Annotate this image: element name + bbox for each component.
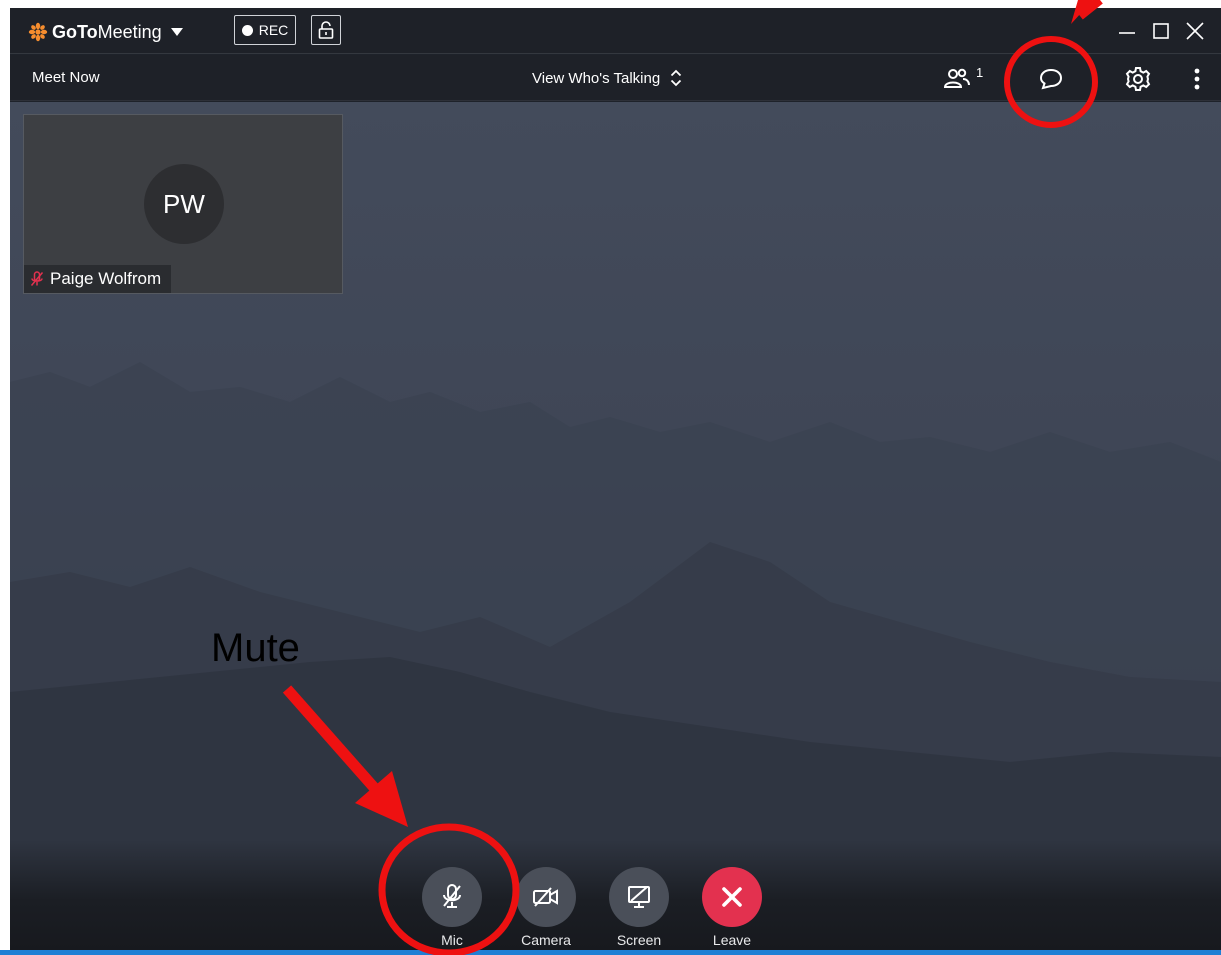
chat-bubble-icon [1039,68,1063,90]
lock-meeting-button[interactable] [311,15,341,45]
camera-off-icon [533,887,558,907]
brand-name: Meeting [97,21,162,42]
brand-name-bold: GoTo [52,21,98,42]
goto-meeting-window: GoTo Meeting REC Meet Now View Who's Tal… [10,8,1221,950]
gear-icon [1125,67,1151,91]
view-mode-selector[interactable]: View Who's Talking [532,67,682,89]
mic-label: Mic [441,932,463,948]
participant-tile[interactable]: PW Paige Wolfrom [23,114,343,294]
camera-button[interactable]: Camera [509,867,583,948]
mic-muted-icon [443,884,461,908]
participant-name-tag: Paige Wolfrom [24,265,172,293]
screen-share-button[interactable]: Screen [602,867,676,948]
record-label: REC [258,22,289,38]
mute-annotation-label: Mute [211,626,300,670]
maximize-button[interactable] [1148,18,1174,44]
leave-button[interactable]: Leave [695,867,769,948]
chevron-up-down-icon [671,69,682,87]
meeting-title: Meet Now [32,69,100,86]
mic-muted-icon [30,271,44,286]
maximize-icon [1153,23,1169,39]
camera-button-circle[interactable] [516,867,576,927]
leave-button-circle[interactable] [702,867,762,927]
controls-bar: Mic Camera Screen Leave [10,840,1221,950]
attendee-count: 1 [976,65,984,80]
chat-button[interactable] [1036,66,1066,92]
record-dot-icon [241,24,253,36]
record-button[interactable]: REC [234,15,296,45]
view-mode-label: View Who's Talking [532,69,661,87]
taskbar-edge [0,950,1221,955]
close-window-button[interactable] [1182,18,1208,44]
attendees-button[interactable] [942,65,972,91]
mic-button-circle[interactable] [422,867,482,927]
screen-share-off-icon [628,886,650,908]
unlock-icon [318,21,334,39]
more-vertical-icon [1194,68,1200,90]
mic-button[interactable]: Mic [415,867,489,948]
goto-logo-icon [28,22,48,42]
camera-label: Camera [521,932,571,948]
avatar: PW [144,164,224,244]
caret-down-icon [170,28,183,36]
more-options-button[interactable] [1190,65,1204,93]
screen-label: Screen [616,932,662,948]
close-icon [1186,22,1204,40]
people-icon [943,68,970,88]
settings-button[interactable] [1124,65,1152,93]
meeting-toolbar: Meet Now View Who's Talking 1 [10,55,1221,101]
minimize-icon [1119,32,1135,34]
minimize-button[interactable] [1114,18,1140,44]
leave-label: Leave [712,932,752,948]
participant-name: Paige Wolfrom [50,269,162,288]
close-icon [722,887,742,907]
title-bar: GoTo Meeting REC [10,8,1221,54]
video-stage: PW Paige Wolfrom Mic Camera Screen Leave [10,102,1221,950]
screen-button-circle[interactable] [609,867,669,927]
app-menu[interactable]: GoTo Meeting [28,20,184,44]
